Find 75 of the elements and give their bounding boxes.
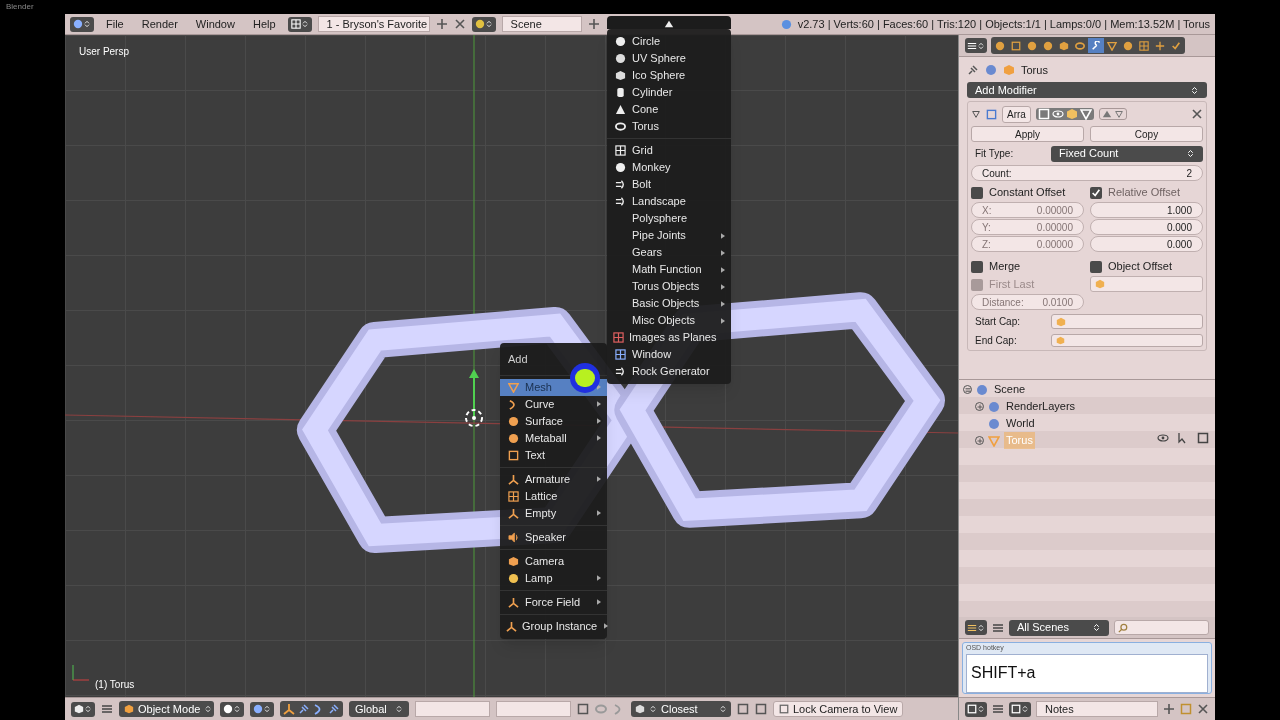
checkbox-label: First Last bbox=[989, 277, 1035, 293]
menu-item[interactable]: Polysphere bbox=[607, 210, 731, 227]
window-title: Blender bbox=[6, 1, 34, 13]
menu-item[interactable]: Torus Objects bbox=[607, 278, 731, 295]
menu-item[interactable]: Grid bbox=[607, 142, 731, 159]
object-label: (1) Torus bbox=[95, 678, 135, 692]
mode-dropdown[interactable]: Object Mode bbox=[119, 701, 214, 717]
menu-button[interactable]: File bbox=[100, 15, 130, 33]
menu-item[interactable]: Basic Objects bbox=[607, 295, 731, 312]
menu-item[interactable]: Armature bbox=[500, 470, 607, 488]
field-label: Fit Type: bbox=[974, 147, 1015, 161]
menu-item[interactable]: Surface bbox=[500, 412, 607, 430]
distance-field[interactable]: Distance: 0.0100 bbox=[971, 294, 1084, 310]
menu-item[interactable]: Window bbox=[607, 346, 731, 363]
offset-field[interactable]: X: 0.00000 bbox=[971, 202, 1084, 218]
scene-field[interactable]: Scene bbox=[501, 16, 583, 32]
checkbox-label: Object Offset bbox=[1108, 259, 1172, 275]
menu-item[interactable]: Images as Planes bbox=[607, 329, 731, 346]
menu-item[interactable]: Empty bbox=[500, 504, 607, 522]
text-name-field[interactable]: Notes bbox=[1036, 701, 1158, 717]
menu-item[interactable]: Misc Objects bbox=[607, 312, 731, 329]
display-mode-dropdown[interactable]: All Scenes bbox=[1009, 619, 1109, 636]
menu-item[interactable]: Torus bbox=[607, 118, 731, 135]
osd-text: SHIFT+a bbox=[966, 653, 1208, 693]
tree-item[interactable]: World bbox=[1004, 415, 1037, 432]
menu-item[interactable]: Pipe Joints bbox=[607, 227, 731, 244]
menu-item[interactable]: Cylinder bbox=[607, 84, 731, 101]
checkbox-label: Merge bbox=[989, 259, 1021, 275]
menu-item[interactable]: Monkey bbox=[607, 159, 731, 176]
object-name: Torus bbox=[1021, 62, 1048, 78]
status-info: v2.73 | Verts:60 | Faces:60 | Tris:120 | Objects:1/1 | Lamps:0/0 | Mem:13.52M | Torus bbox=[797, 16, 1210, 32]
tree-item[interactable]: RenderLayers bbox=[1004, 398, 1078, 415]
apply-button[interactable]: Apply bbox=[971, 126, 1084, 142]
count-field[interactable]: Count: 2 bbox=[971, 165, 1203, 181]
layout-field[interactable]: 1 - Bryson's Favorite bbox=[317, 16, 430, 32]
menu-item[interactable]: Lamp bbox=[500, 569, 607, 587]
menu-button[interactable]: Render bbox=[135, 15, 184, 33]
offset-field[interactable]: 0.000 bbox=[1090, 219, 1203, 235]
menu-button[interactable]: Help bbox=[246, 15, 282, 33]
menu-item[interactable]: Text bbox=[500, 446, 607, 464]
modifier-name-field[interactable]: Arra bbox=[1002, 105, 1031, 123]
offset-field[interactable]: 0.000 bbox=[1090, 236, 1203, 252]
orientation-dropdown[interactable]: Global bbox=[349, 701, 409, 717]
tree-item[interactable]: Scene bbox=[992, 381, 1028, 398]
menu-title: Add bbox=[507, 352, 529, 367]
copy-button[interactable]: Copy bbox=[1090, 126, 1203, 142]
lock-camera-button[interactable]: Lock Camera to View bbox=[773, 701, 904, 717]
view-label: User Persp bbox=[79, 45, 129, 59]
fit-type-dropdown[interactable]: Fixed Count bbox=[1051, 145, 1203, 162]
menu-item[interactable]: Curve bbox=[500, 395, 607, 413]
add-modifier-dropdown[interactable]: Add Modifier bbox=[967, 82, 1207, 98]
menu-item[interactable]: Landscape bbox=[607, 193, 731, 210]
menu-item[interactable]: Rock Generator bbox=[607, 363, 731, 380]
menu-item[interactable]: Lattice bbox=[500, 487, 607, 505]
menu-button[interactable]: Window bbox=[189, 15, 241, 33]
checkbox-label: Constant Offset bbox=[989, 185, 1066, 201]
menu-item[interactable]: Metaball bbox=[500, 429, 607, 447]
offset-field[interactable]: 1.000 bbox=[1090, 202, 1203, 218]
offset-field[interactable]: Z: 0.00000 bbox=[971, 236, 1084, 252]
menu-item[interactable]: Ico Sphere bbox=[607, 67, 731, 84]
checkbox-label: Relative Offset bbox=[1108, 185, 1180, 201]
field-label: End Cap: bbox=[974, 333, 1018, 348]
menu-item[interactable]: Gears bbox=[607, 244, 731, 261]
field-label: Start Cap: bbox=[974, 315, 1022, 329]
menu-item[interactable]: Cone bbox=[607, 101, 731, 118]
menu-item[interactable]: Bolt bbox=[607, 176, 731, 193]
menu-item[interactable]: Speaker bbox=[500, 528, 607, 546]
menu-item[interactable]: UV Sphere bbox=[607, 50, 731, 67]
snap-dropdown[interactable]: Closest bbox=[631, 701, 731, 717]
menu-item[interactable]: Camera bbox=[500, 552, 607, 570]
menu-item[interactable]: Circle bbox=[607, 33, 731, 50]
menu-item[interactable]: Group Instance bbox=[500, 617, 607, 635]
menu-item[interactable]: Math Function bbox=[607, 261, 731, 278]
menu-item[interactable]: Force Field bbox=[500, 593, 607, 611]
offset-field[interactable]: Y: 0.00000 bbox=[971, 219, 1084, 235]
